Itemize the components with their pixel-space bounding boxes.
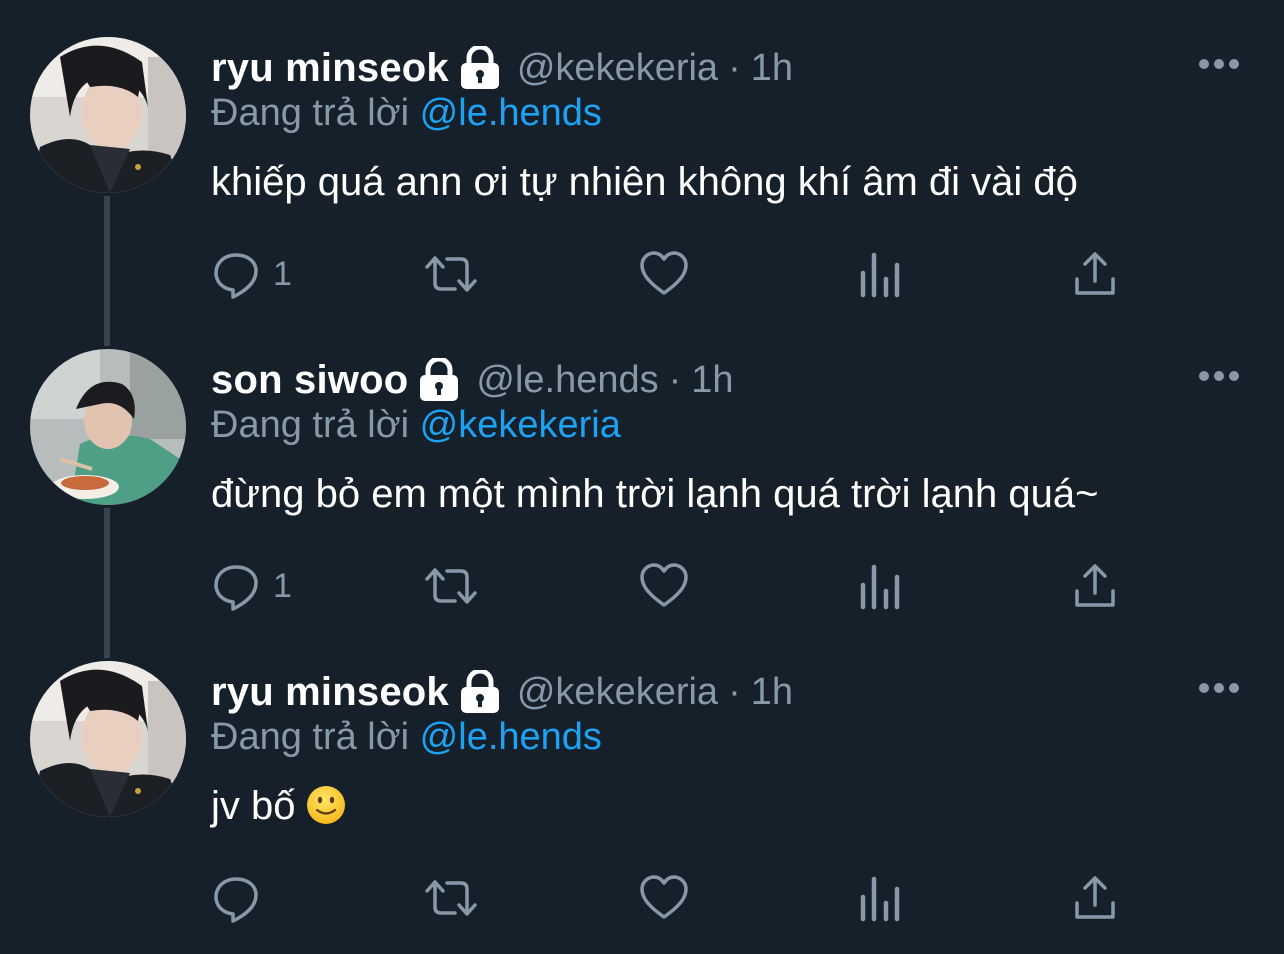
- replying-to: Đang trả lời @le.hends: [211, 92, 602, 135]
- replying-to-link[interactable]: @kekekeria: [420, 404, 621, 446]
- tweet[interactable]: ryu minseok @kekekeria · 1h Đang trả lời…: [0, 624, 1284, 936]
- reply-icon: [211, 873, 261, 923]
- timestamp[interactable]: 1h: [751, 47, 793, 90]
- analytics-button[interactable]: [859, 248, 903, 300]
- share-icon: [1073, 249, 1117, 299]
- share-button[interactable]: [1073, 248, 1117, 300]
- replying-to: Đang trả lời @kekekeria: [211, 404, 621, 447]
- tweet-header: ryu minseok @kekekeria · 1h: [211, 40, 793, 96]
- action-bar: 1: [211, 248, 1131, 300]
- separator-dot: ·: [728, 46, 741, 89]
- like-button[interactable]: [639, 872, 689, 924]
- separator-dot: ·: [728, 670, 741, 713]
- tweet[interactable]: son siwoo @le.hends · 1h Đang trả lời @k…: [0, 312, 1284, 624]
- lock-icon: [459, 44, 501, 90]
- display-name[interactable]: son siwoo: [211, 358, 408, 403]
- replying-to: Đang trả lời @le.hends: [211, 716, 602, 759]
- more-icon[interactable]: [1198, 676, 1240, 700]
- username-handle[interactable]: @kekekeria: [517, 671, 718, 714]
- analytics-button[interactable]: [859, 560, 903, 612]
- replying-to-label: Đang trả lời: [211, 716, 410, 758]
- retweet-icon: [423, 873, 479, 923]
- retweet-button[interactable]: [423, 560, 479, 612]
- tweet-header: son siwoo @le.hends · 1h: [211, 352, 734, 408]
- tweet-text: khiếp quá ann ơi tự nhiên không khí âm đ…: [211, 160, 1078, 204]
- retweet-icon: [423, 249, 479, 299]
- replying-to-label: Đang trả lời: [211, 404, 410, 446]
- reply-icon: [211, 249, 261, 299]
- share-icon: [1073, 873, 1117, 923]
- tweet-text: jv bố: [211, 784, 296, 828]
- slightly-smiling-face-icon: [306, 785, 346, 825]
- display-name[interactable]: ryu minseok: [211, 46, 449, 91]
- retweet-button[interactable]: [423, 248, 479, 300]
- like-icon: [639, 873, 689, 923]
- tweet-text: đừng bỏ em một mình trời lạnh quá trời l…: [211, 472, 1099, 516]
- tweet-text-container: jv bố: [211, 784, 346, 829]
- analytics-icon: [859, 873, 903, 923]
- share-icon: [1073, 561, 1117, 611]
- like-button[interactable]: [639, 248, 689, 300]
- analytics-icon: [859, 249, 903, 299]
- like-button[interactable]: [639, 560, 689, 612]
- reply-button[interactable]: [211, 872, 273, 924]
- reply-count: 1: [273, 566, 292, 605]
- timestamp[interactable]: 1h: [751, 671, 793, 714]
- retweet-icon: [423, 561, 479, 611]
- reply-count: 1: [273, 254, 292, 293]
- more-icon[interactable]: [1198, 364, 1240, 388]
- avatar[interactable]: [30, 661, 186, 817]
- tweet-header: ryu minseok @kekekeria · 1h: [211, 664, 793, 720]
- display-name[interactable]: ryu minseok: [211, 670, 449, 715]
- like-icon: [639, 561, 689, 611]
- avatar[interactable]: [30, 349, 186, 505]
- analytics-icon: [859, 561, 903, 611]
- more-icon[interactable]: [1198, 52, 1240, 76]
- share-button[interactable]: [1073, 872, 1117, 924]
- share-button[interactable]: [1073, 560, 1117, 612]
- reply-button[interactable]: 1: [211, 560, 292, 612]
- timestamp[interactable]: 1h: [691, 359, 733, 402]
- analytics-button[interactable]: [859, 872, 903, 924]
- action-bar: [211, 872, 1131, 924]
- like-icon: [639, 249, 689, 299]
- reply-button[interactable]: 1: [211, 248, 292, 300]
- avatar[interactable]: [30, 37, 186, 193]
- retweet-button[interactable]: [423, 872, 479, 924]
- reply-icon: [211, 561, 261, 611]
- lock-icon: [418, 356, 460, 402]
- tweet[interactable]: ryu minseok @kekekeria · 1h Đang trả lời…: [0, 0, 1284, 312]
- replying-to-link[interactable]: @le.hends: [420, 92, 602, 134]
- lock-icon: [459, 668, 501, 714]
- replying-to-label: Đang trả lời: [211, 92, 410, 134]
- action-bar: 1: [211, 560, 1131, 612]
- replying-to-link[interactable]: @le.hends: [420, 716, 602, 758]
- separator-dot: ·: [668, 358, 682, 401]
- username-handle[interactable]: @kekekeria: [517, 47, 718, 90]
- username-handle[interactable]: @le.hends: [476, 359, 658, 402]
